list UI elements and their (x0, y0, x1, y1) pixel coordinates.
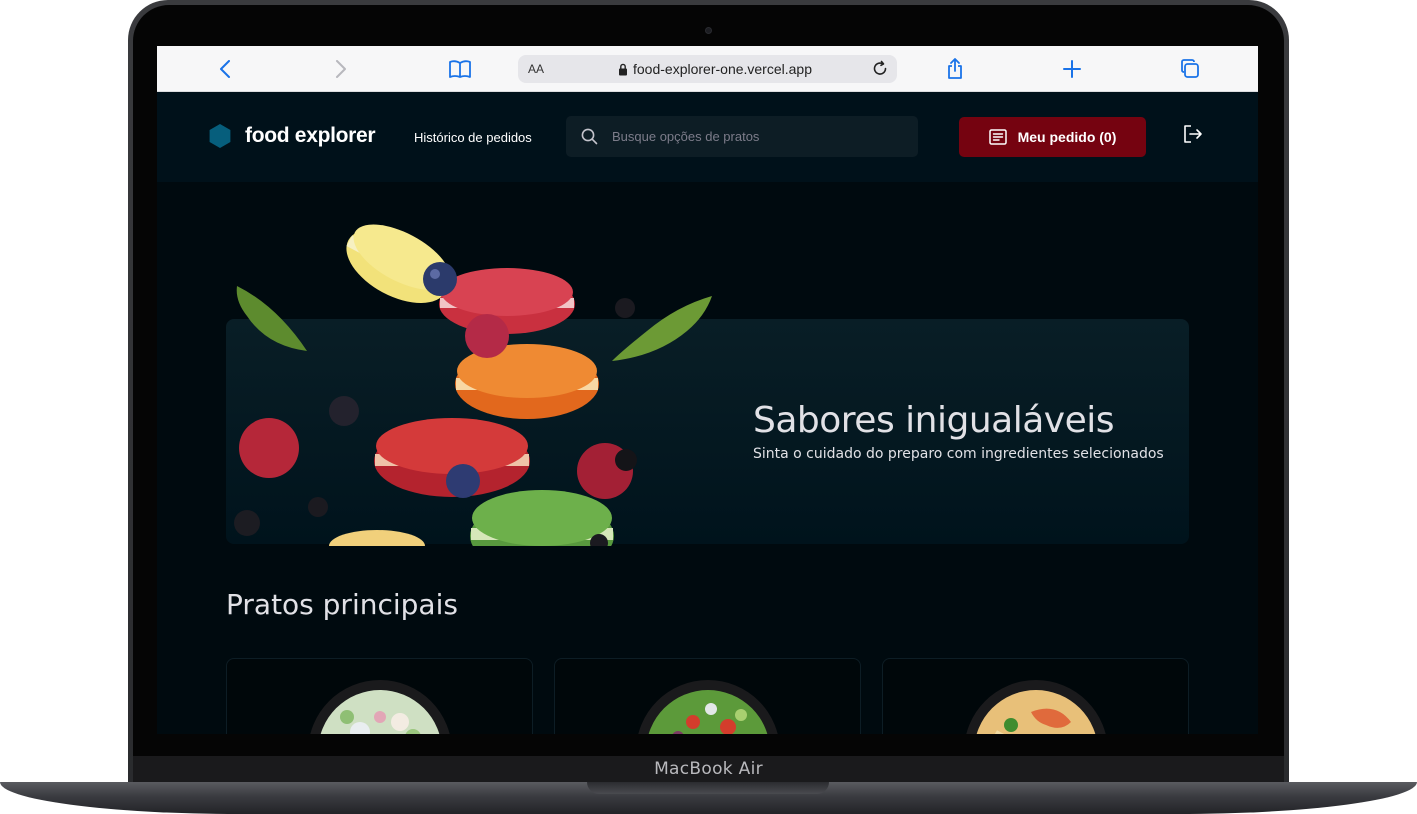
back-icon[interactable] (215, 58, 235, 80)
my-order-label: Meu pedido (0) (1017, 129, 1117, 145)
tabs-icon[interactable] (1179, 58, 1201, 80)
logo-text: food explorer (245, 124, 376, 147)
receipt-icon (988, 129, 1007, 145)
url-bar[interactable]: AA food-explorer-one.vercel.app (518, 55, 897, 83)
app-header: food explorer Histórico de pedidos Meu p… (157, 92, 1258, 182)
reload-icon[interactable] (872, 60, 889, 82)
shrimp-pasta-bowl-image (966, 680, 1106, 734)
lock-icon (619, 63, 627, 75)
hexagon-logo-icon (209, 124, 231, 148)
logo[interactable]: food explorer (209, 124, 376, 148)
dish-card[interactable] (226, 658, 533, 734)
search-input[interactable] (612, 129, 902, 144)
macarons-illustration (234, 224, 712, 546)
browser-screen: AA food-explorer-one.vercel.app food exp… (157, 46, 1258, 734)
laptop-brand-label: MacBook Air (654, 759, 763, 779)
url-text: food-explorer-one.vercel.app (633, 61, 812, 77)
text-size-button[interactable]: AA (528, 62, 544, 76)
laptop-notch (587, 782, 829, 794)
laptop-mockup: AA food-explorer-one.vercel.app food exp… (0, 0, 1417, 814)
banner-subtitle: Sinta o cuidado do preparo com ingredien… (753, 446, 1164, 462)
order-history-link[interactable]: Histórico de pedidos (414, 130, 532, 145)
dish-card[interactable] (882, 658, 1189, 734)
forward-icon[interactable] (331, 58, 351, 80)
my-order-button[interactable]: Meu pedido (0) (959, 117, 1146, 157)
search-box[interactable] (566, 116, 918, 157)
share-icon[interactable] (945, 58, 965, 80)
browser-toolbar: AA food-explorer-one.vercel.app (157, 46, 1258, 92)
section-title: Pratos principais (226, 588, 458, 621)
new-tab-icon[interactable] (1061, 58, 1083, 80)
logout-icon[interactable] (1183, 125, 1203, 148)
bookmarks-icon[interactable] (447, 58, 473, 80)
search-icon (581, 128, 598, 145)
camera (705, 27, 712, 34)
green-salad-bowl-image (638, 680, 778, 734)
banner-title: Sabores inigualáveis (753, 400, 1114, 441)
salad-bowl-image (310, 680, 450, 734)
dish-card[interactable] (554, 658, 861, 734)
